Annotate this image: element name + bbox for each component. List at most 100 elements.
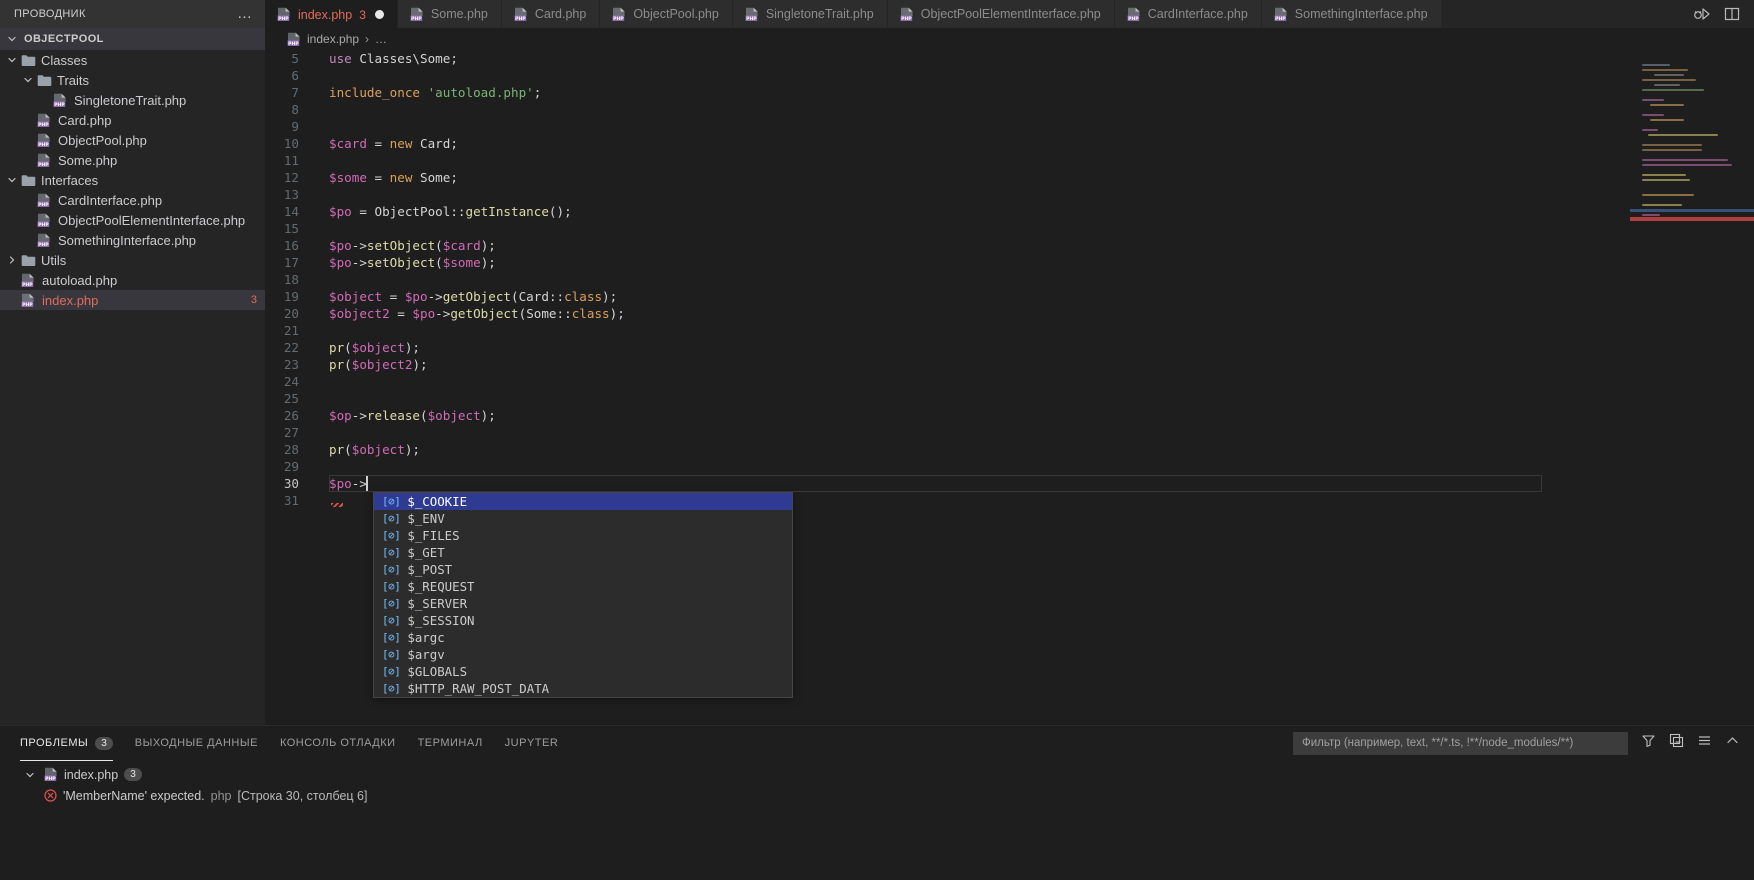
tree-item-card-php[interactable]: PHP Card.php — [0, 110, 265, 130]
panel-tab-1[interactable]: ВЫХОДНЫЕ ДАННЫЕ — [135, 726, 258, 761]
line-number: 15 — [283, 221, 299, 236]
code-area[interactable]: 5 use Classes\Some; 6 7 include_once 'autolo… — [265, 50, 1630, 725]
problems-file-row[interactable]: PHP index.php 3 — [0, 764, 1754, 785]
autocomplete-item[interactable]: [⊘] $_FILES — [374, 527, 792, 544]
breadcrumb-file[interactable]: index.php — [307, 32, 359, 46]
collapse-all-icon[interactable] — [1669, 733, 1684, 753]
line-number: 6 — [291, 68, 299, 83]
code-line[interactable]: 15 — [265, 220, 1630, 237]
code-line[interactable]: 26 $op->release($object); — [265, 407, 1630, 424]
problems-filter-input[interactable] — [1302, 737, 1619, 749]
code-line[interactable]: 22 pr($object); — [265, 339, 1630, 356]
panel-tab-0[interactable]: ПРОБЛЕМЫ 3 — [20, 726, 113, 761]
chevron-right-icon[interactable] — [4, 255, 20, 265]
svg-text:PHP: PHP — [901, 15, 912, 21]
minimap-line — [1642, 129, 1658, 131]
tree-item-objectpool-php[interactable]: PHP ObjectPool.php — [0, 130, 265, 150]
chevron-down-icon[interactable] — [22, 770, 38, 780]
code-line[interactable]: 16 $po->setObject($card); — [265, 237, 1630, 254]
code-line[interactable]: 27 — [265, 424, 1630, 441]
code-line[interactable]: 14 $po = ObjectPool::getInstance(); — [265, 203, 1630, 220]
tree-item-label: SingletoneTrait.php — [74, 92, 187, 108]
editor-tab-singletonetrait-php[interactable]: PHP SingletoneTrait.php — [732, 0, 888, 28]
code-line[interactable]: 12 $some = new Some; — [265, 169, 1630, 186]
tree-item-label: ObjectPool.php — [58, 132, 147, 148]
code-line[interactable]: 25 — [265, 390, 1630, 407]
editor-tab-cardinterface-php[interactable]: PHP CardInterface.php — [1114, 0, 1262, 28]
explorer-more-icon[interactable]: … — [237, 6, 253, 21]
tree-item-objectpoolelementinterface-php[interactable]: PHP ObjectPoolElementInterface.php — [0, 210, 265, 230]
panel-tab-label: JUPYTER — [504, 737, 559, 749]
code-line[interactable]: 20 $object2 = $po->getObject(Some::class)… — [265, 305, 1630, 322]
panel-tab-2[interactable]: КОНСОЛЬ ОТЛАДКИ — [280, 726, 396, 761]
code-line[interactable]: 24 — [265, 373, 1630, 390]
split-editor-icon[interactable] — [1724, 6, 1740, 22]
problems-filter-box[interactable] — [1293, 731, 1628, 755]
chevron-down-icon[interactable] — [4, 175, 20, 185]
tree-item-somethinginterface-php[interactable]: PHP SomethingInterface.php — [0, 230, 265, 250]
autocomplete-item[interactable]: [⊘] $argv — [374, 646, 792, 663]
code-line[interactable]: 10 $card = new Card; — [265, 135, 1630, 152]
code-line[interactable]: 5 use Classes\Some; — [265, 50, 1630, 67]
editor-tab-card-php[interactable]: PHP Card.php — [501, 0, 601, 28]
run-and-debug-icon[interactable] — [1693, 6, 1710, 22]
chevron-down-icon[interactable] — [4, 55, 20, 65]
tree-item-some-php[interactable]: PHP Some.php — [0, 150, 265, 170]
tree-item-index-php[interactable]: PHP index.php 3 — [0, 290, 265, 310]
autocomplete-item[interactable]: [⊘] $_ENV — [374, 510, 792, 527]
autocomplete-item[interactable]: [⊘] $argc — [374, 629, 792, 646]
chevron-up-icon[interactable] — [1725, 733, 1740, 753]
editor-tab-objectpoolelementinterface-php[interactable]: PHP ObjectPoolElementInterface.php — [887, 0, 1115, 28]
code-line[interactable]: 21 — [265, 322, 1630, 339]
php-file-icon: PHP — [52, 93, 68, 108]
tree-item-label: index.php — [42, 292, 99, 308]
editor-tab-somethinginterface-php[interactable]: PHP SomethingInterface.php — [1261, 0, 1442, 28]
autocomplete-item[interactable]: [⊘] $HTTP_RAW_POST_DATA — [374, 680, 792, 697]
tree-item-autoload-php[interactable]: PHP autoload.php — [0, 270, 265, 290]
code-line[interactable]: 11 — [265, 152, 1630, 169]
autocomplete-item[interactable]: [⊘] $_COOKIE — [374, 493, 792, 510]
code-line[interactable]: 18 — [265, 271, 1630, 288]
tree-item-classes[interactable]: Classes — [0, 50, 265, 70]
code-line[interactable]: 8 — [265, 101, 1630, 118]
panel-tab-4[interactable]: JUPYTER — [505, 726, 559, 761]
code-line[interactable]: 6 — [265, 67, 1630, 84]
code-line[interactable]: 17 $po->setObject($some); — [265, 254, 1630, 271]
tree-item-label: Utils — [41, 252, 67, 268]
unsaved-changes-icon[interactable] — [374, 10, 384, 19]
line-number: 10 — [283, 136, 299, 151]
chevron-down-icon[interactable] — [20, 75, 36, 85]
code-line[interactable]: 30 $po-> — [265, 475, 1630, 492]
editor-tab-index-php[interactable]: PHP index.php 3 — [265, 0, 398, 28]
tree-item-interfaces[interactable]: Interfaces — [0, 170, 265, 190]
editor-tab-some-php[interactable]: PHP Some.php — [397, 0, 502, 28]
autocomplete-popup[interactable]: [⊘] $_COOKIE [⊘] $_ENV [⊘] $_FILES [⊘] $_GET [⊘]… — [373, 492, 793, 698]
code-line[interactable]: 29 — [265, 458, 1630, 475]
minimap[interactable] — [1630, 50, 1754, 725]
problem-row[interactable]: 'MemberName' expected. php [Строка 30, сто… — [0, 785, 1754, 806]
tree-item-traits[interactable]: Traits — [0, 70, 265, 90]
code-line[interactable]: 23 pr($object2); — [265, 356, 1630, 373]
autocomplete-item[interactable]: [⊘] $_REQUEST — [374, 578, 792, 595]
autocomplete-item[interactable]: [⊘] $_GET — [374, 544, 792, 561]
autocomplete-item[interactable]: [⊘] $_SERVER — [374, 595, 792, 612]
panel-tab-3[interactable]: ТЕРМИНАЛ — [418, 726, 483, 761]
editor-tab-objectpool-php[interactable]: PHP ObjectPool.php — [600, 0, 733, 28]
code-line[interactable]: 19 $object = $po->getObject(Card::class); — [265, 288, 1630, 305]
code-line[interactable]: 9 — [265, 118, 1630, 135]
filter-icon[interactable] — [1641, 733, 1656, 753]
code-line[interactable]: 7 include_once 'autoload.php'; — [265, 84, 1630, 101]
problems-file-name: index.php — [64, 767, 119, 782]
tree-item-utils[interactable]: Utils — [0, 250, 265, 270]
code-line[interactable]: 13 — [265, 186, 1630, 203]
tree-item-cardinterface-php[interactable]: PHP CardInterface.php — [0, 190, 265, 210]
breadcrumb: PHP index.php › … — [265, 28, 1754, 50]
panel-menu-icon[interactable] — [1697, 733, 1712, 753]
tree-item-singletonetrait-php[interactable]: PHP SingletoneTrait.php — [0, 90, 265, 110]
breadcrumb-trail[interactable]: … — [375, 32, 387, 46]
autocomplete-item[interactable]: [⊘] $_SESSION — [374, 612, 792, 629]
code-line[interactable]: 28 pr($object); — [265, 441, 1630, 458]
autocomplete-item[interactable]: [⊘] $GLOBALS — [374, 663, 792, 680]
explorer-root-folder[interactable]: OBJECTPOOL — [0, 28, 265, 50]
autocomplete-item[interactable]: [⊘] $_POST — [374, 561, 792, 578]
